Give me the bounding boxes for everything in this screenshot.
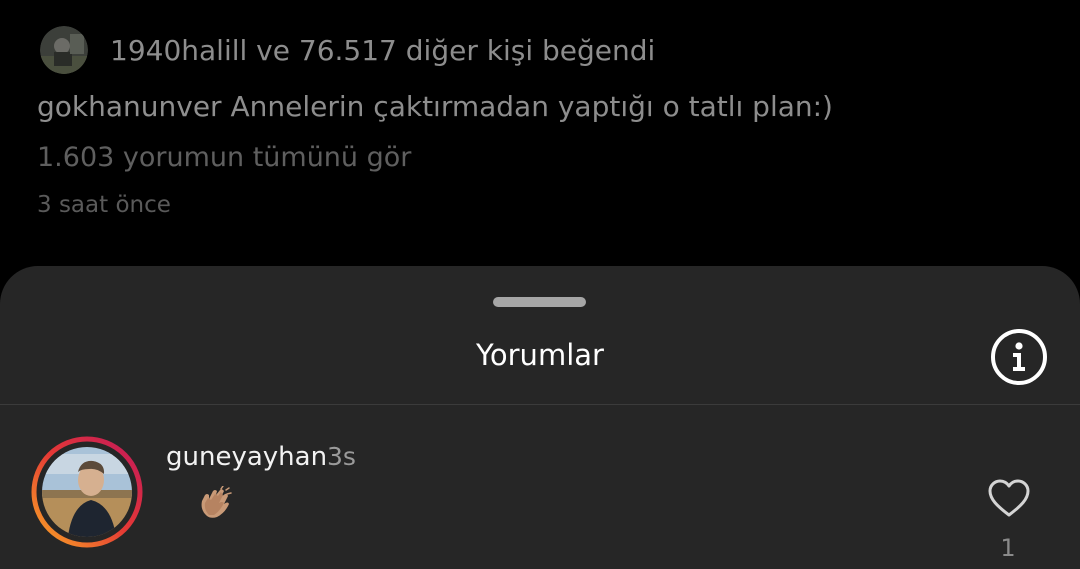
likes-text: 1940halill ve 76.517 diğer kişi beğendi xyxy=(110,34,655,67)
likes-count[interactable]: 76.517 xyxy=(299,34,397,67)
post-timestamp: 3 saat önce xyxy=(37,192,171,218)
view-all-comments-link[interactable]: 1.603 yorumun tümünü gör xyxy=(37,142,411,173)
sheet-drag-handle[interactable] xyxy=(493,297,586,307)
screen: 1940halill ve 76.517 diğer kişi beğendi … xyxy=(0,0,1080,569)
comments-sheet: Yorumlar guneyayhan 3s 1 xyxy=(0,266,1080,569)
like-heart-icon[interactable] xyxy=(987,478,1031,518)
likes-summary[interactable]: 1940halill ve 76.517 diğer kişi beğendi xyxy=(40,26,655,74)
sheet-title: Yorumlar xyxy=(476,338,604,372)
post-info: 1940halill ve 76.517 diğer kişi beğendi … xyxy=(0,0,1080,270)
header-divider xyxy=(0,404,1080,405)
liker-avatar[interactable] xyxy=(40,26,88,74)
info-icon[interactable] xyxy=(990,328,1048,386)
caption-text: Annelerin çaktırmadan yaptığı o tatlı pl… xyxy=(221,90,833,123)
comment-time: 3s xyxy=(327,442,356,471)
clapping-hands-emoji-icon xyxy=(201,486,232,518)
commenter-avatar[interactable] xyxy=(31,436,143,548)
comment-username[interactable]: guneyayhan xyxy=(166,442,327,472)
likes-user[interactable]: 1940halill xyxy=(110,34,247,67)
comment-like-count: 1 xyxy=(1000,534,1016,562)
likes-suffix[interactable]: diğer kişi beğendi xyxy=(397,34,656,67)
caption-username[interactable]: gokhanunver xyxy=(37,90,222,123)
likes-connector: ve xyxy=(247,33,299,67)
post-caption: gokhanunver Annelerin çaktırmadan yaptığ… xyxy=(37,90,833,123)
